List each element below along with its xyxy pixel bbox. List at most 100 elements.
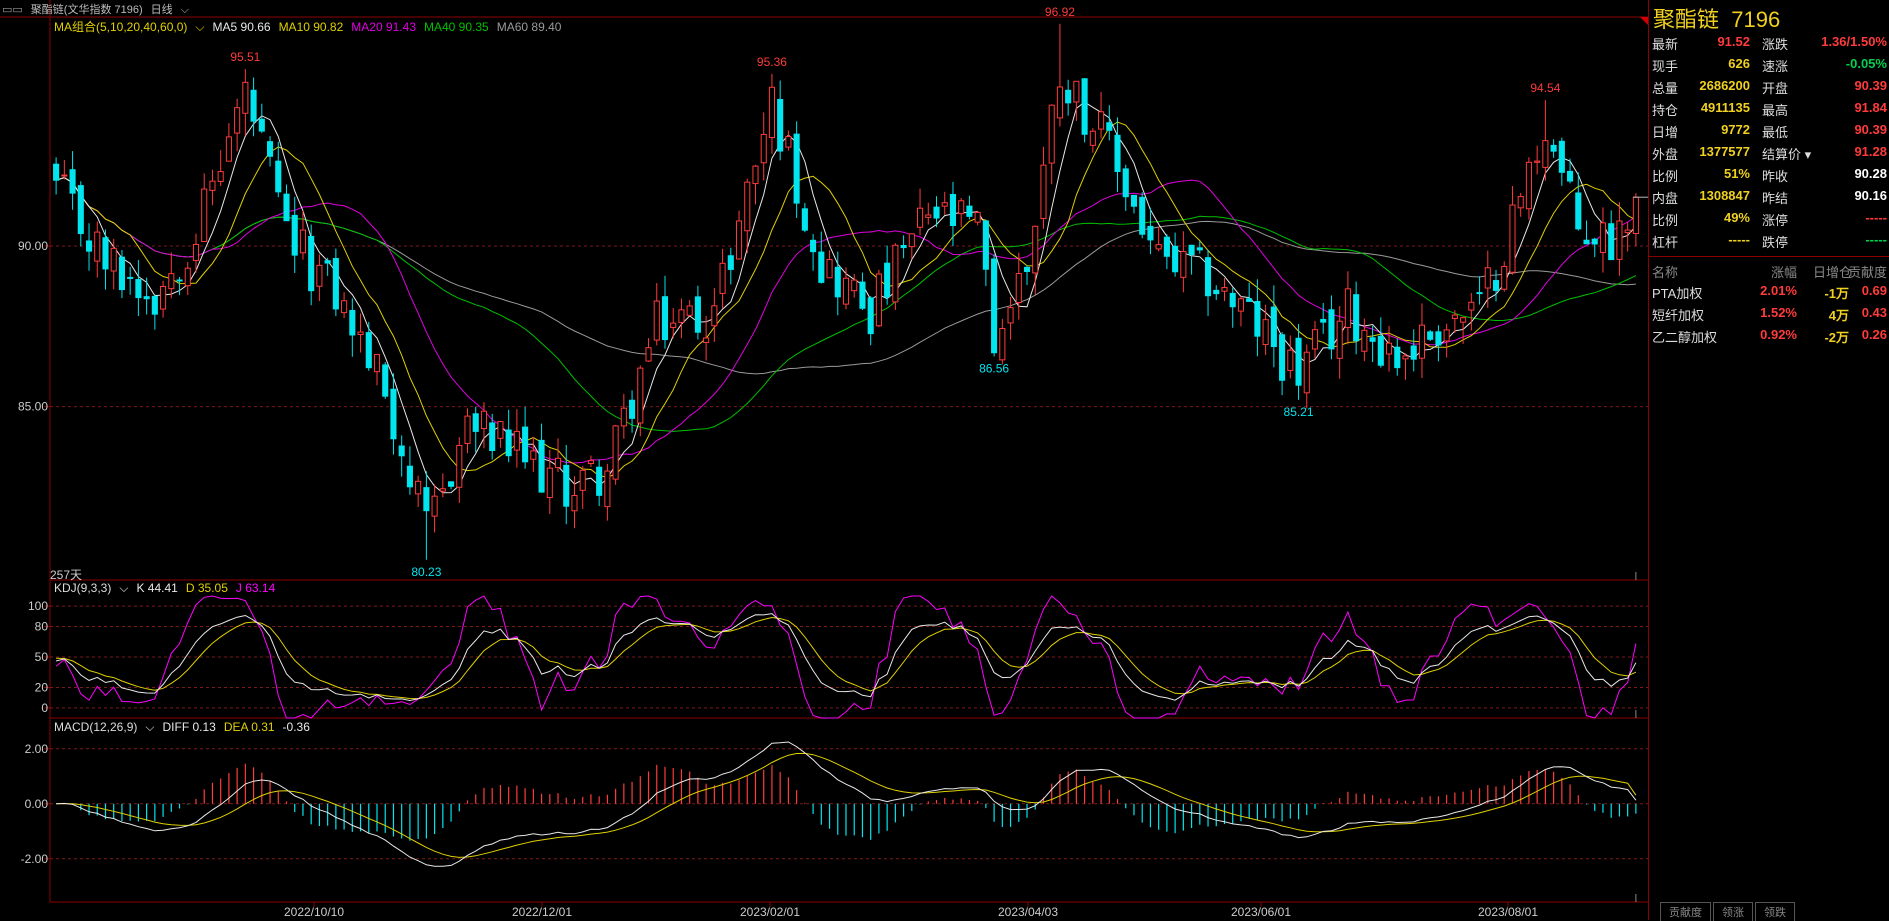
candle-body: [1616, 220, 1623, 260]
candle-body: [892, 244, 899, 303]
candle-body: [1369, 337, 1376, 342]
candle-body: [160, 285, 167, 310]
candle-body: [620, 407, 627, 427]
candle-body: [242, 81, 249, 114]
candle-body: [291, 214, 298, 256]
candle-body: [982, 220, 989, 270]
candle-body: [85, 240, 93, 252]
candle-body: [1237, 298, 1244, 312]
x-tick-label: 2023/06/01: [1231, 905, 1291, 919]
quote-label: 外盘: [1652, 147, 1679, 162]
quote-value: 91.28: [1854, 144, 1887, 159]
quote-row: 外盘 1377577 结算价 ▾ 91.28: [1649, 144, 1889, 166]
candle-body: [744, 181, 751, 232]
candle-body: [661, 296, 669, 341]
candle-body: [1484, 267, 1491, 289]
candle-body: [1023, 266, 1031, 272]
candle-body: [349, 310, 356, 336]
quote-label: 跌停: [1762, 235, 1789, 250]
x-tick-label: 2023/04/03: [998, 905, 1058, 919]
candle-body: [1114, 134, 1121, 172]
candle-body: [752, 165, 759, 185]
macd-legend-label[interactable]: MACD(12,26,9) ⌵: [54, 720, 154, 734]
candle-body: [1410, 345, 1417, 360]
candle-body: [176, 279, 183, 282]
ma20-legend: MA20 91.43: [351, 20, 416, 34]
quote-label: 内盘: [1652, 191, 1679, 206]
candle-body: [999, 328, 1006, 361]
contrib-value: 0.43: [1861, 305, 1887, 320]
candle-body: [900, 245, 907, 249]
contrib-row[interactable]: 短纤加权 1.52% 4万 0.43: [1649, 305, 1889, 327]
kline-chart[interactable]: 90.00 85.00 100 80 50 20 0 2.00 0.00 -2.00 2022/10…: [0, 0, 1648, 920]
kdj-d-legend: D 35.05: [185, 581, 228, 595]
candle-body: [258, 118, 265, 132]
chart-area[interactable]: 90.00 85.00 100 80 50 20 0 2.00 0.00 -2.00 2022/10…: [0, 0, 1648, 920]
quote-value: -0.05%: [1845, 56, 1887, 71]
quote-label: 开盘: [1762, 81, 1789, 96]
quote-value: 49%: [1723, 210, 1750, 225]
x-tick-label: 2023/02/01: [740, 905, 800, 919]
contrib-change: 1.52%: [1760, 305, 1797, 320]
contrib-name: 短纤加权: [1652, 308, 1705, 323]
candle-body: [768, 86, 775, 139]
kdj-tick-label: 20: [35, 681, 49, 695]
quote-row: 最新 91.52 涨跌 1.36/1.50%: [1649, 34, 1889, 56]
candle-body: [1402, 355, 1409, 360]
ma10-legend: MA10 90.82: [278, 20, 344, 34]
quote-row: 总量 2686200 开盘 90.39: [1649, 78, 1889, 100]
candle-body: [1287, 349, 1294, 371]
tab-top-losers[interactable]: 领跌: [1755, 902, 1795, 921]
candle-body: [703, 337, 710, 343]
candle-body: [1328, 309, 1335, 350]
quote-value: 9772: [1721, 122, 1750, 137]
candle-body: [53, 163, 60, 181]
tab-contribution[interactable]: 贡献度: [1660, 902, 1711, 921]
candle-body: [1147, 225, 1154, 241]
candle-body: [645, 347, 652, 362]
x-tick-label: 2022/12/01: [512, 905, 572, 919]
candle-body: [1427, 331, 1434, 340]
candle-body: [694, 296, 701, 333]
candle-body: [201, 188, 208, 243]
candle-body: [596, 466, 603, 496]
candle-body: [1632, 196, 1639, 234]
contrib-row[interactable]: PTA加权 2.01% -1万 0.69: [1649, 283, 1889, 305]
quote-value: -----: [1728, 232, 1750, 247]
candle-body: [1221, 287, 1228, 292]
candle-body: [127, 276, 134, 279]
contrib-value: 0.69: [1861, 283, 1887, 298]
candle-body: [1065, 89, 1072, 104]
candle-body: [1542, 140, 1549, 168]
candle-body: [1081, 78, 1088, 135]
candle-body: [1418, 324, 1426, 359]
candle-body: [1303, 351, 1310, 394]
chevron-down-icon[interactable]: ▾: [1801, 147, 1812, 162]
quote-label: 结算价 ▾: [1762, 147, 1812, 162]
candle-body: [505, 429, 512, 457]
candle-body: [398, 445, 405, 457]
period-selector[interactable]: 日线 ⌵: [151, 4, 197, 16]
candle-body: [1608, 223, 1615, 261]
candle-body: [949, 193, 957, 226]
quote-value: 91.52: [1717, 34, 1750, 49]
candle-body: [439, 488, 446, 492]
kdj-legend-label[interactable]: KDJ(9,3,3) ⌵: [54, 581, 128, 595]
candle-body: [423, 487, 430, 512]
candle-body: [1336, 320, 1343, 359]
candle-body: [390, 388, 397, 440]
candle-body: [735, 220, 743, 260]
candle-body: [365, 332, 372, 369]
contrib-oi-change: -2万: [1824, 330, 1849, 345]
quote-header: 聚酯链 7196: [1653, 2, 1780, 34]
contrib-row[interactable]: 乙二醇加权 0.92% -2万 0.26: [1649, 327, 1889, 349]
candle-body: [308, 235, 315, 292]
candle-body: [1295, 337, 1302, 386]
ma-legend-label[interactable]: MA组合(5,10,20,40,60,0) ⌵: [54, 20, 205, 34]
candle-body: [991, 258, 998, 354]
candle-body: [225, 136, 232, 162]
tab-top-gainers[interactable]: 领涨: [1713, 902, 1753, 921]
ma60-legend: MA60 89.40: [496, 20, 562, 34]
quote-label: 最高: [1762, 103, 1789, 118]
candle-body: [61, 174, 68, 177]
